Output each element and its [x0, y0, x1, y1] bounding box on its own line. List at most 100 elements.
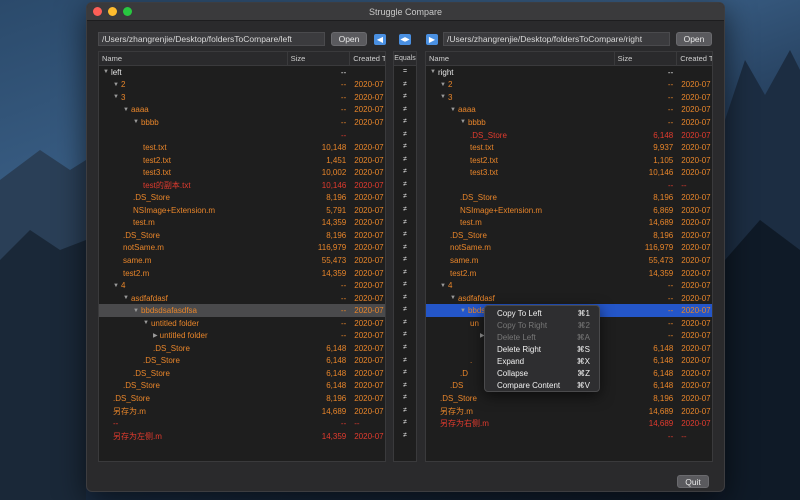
copy-to-right-arrow-icon[interactable]: ▶ — [426, 33, 438, 45]
left-created-header[interactable]: Created Time — [350, 52, 385, 65]
left-path-field[interactable]: /Users/zhangrenjie/Desktop/foldersToComp… — [98, 32, 325, 46]
left-tree-row[interactable]: test3.txt 10,002 2020-07 — [99, 166, 385, 179]
menu-item-expand[interactable]: Expand ⌘X — [485, 356, 599, 368]
right-tree-row[interactable]: ▼ aaaa -- 2020-07 — [426, 104, 712, 117]
right-tree-row[interactable]: test.txt 9,937 2020-07 — [426, 141, 712, 154]
left-tree-pane[interactable]: Name Size Created Time ▼left--▼2--2020-0… — [98, 51, 386, 462]
disclosure-expanded-icon[interactable]: ▼ — [123, 295, 129, 301]
disclosure-expanded-icon[interactable]: ▼ — [113, 82, 119, 88]
left-tree-row[interactable]: ▼ bbdsdsafasdfsa -- 2020-07 — [99, 304, 385, 317]
right-tree-row[interactable]: same.m 55,473 2020-07 — [426, 254, 712, 267]
left-tree-row[interactable]: ▶ untitled folder -- 2020-07 — [99, 329, 385, 342]
right-tree-row[interactable]: test.m 14,689 2020-07 — [426, 217, 712, 230]
left-tree-row[interactable]: .DS_Store 6,148 2020-07 — [99, 380, 385, 393]
left-name-header[interactable]: Name — [99, 52, 288, 65]
right-tree-row[interactable]: ▼ right -- — [426, 66, 712, 79]
right-row-date: 2020-07 — [681, 193, 711, 203]
disclosure-expanded-icon[interactable]: ▼ — [460, 119, 466, 125]
left-tree-row[interactable]: 另存为左侧.m 14,359 2020-07 — [99, 430, 385, 443]
disclosure-expanded-icon[interactable]: ▼ — [450, 107, 456, 113]
left-tree-row[interactable]: ▼ 2 -- 2020-07 — [99, 79, 385, 92]
left-tree-row[interactable]: ▼ untitled folder -- 2020-07 — [99, 317, 385, 330]
quit-button[interactable]: Quit — [677, 475, 709, 488]
right-tree-row[interactable]: ▼ bbbb -- 2020-07 — [426, 116, 712, 129]
right-size-header[interactable]: Size — [615, 52, 678, 65]
right-tree-row[interactable]: .DS_Store 8,196 2020-07 — [426, 392, 712, 405]
disclosure-expanded-icon[interactable]: ▼ — [440, 82, 446, 88]
left-tree-row[interactable]: ▼ left -- — [99, 66, 385, 79]
disclosure-collapsed-icon[interactable]: ▶ — [153, 332, 158, 339]
left-tree-row[interactable]: test.m 14,359 2020-07 — [99, 217, 385, 230]
right-tree-row[interactable]: ▼ 4 -- 2020-07 — [426, 279, 712, 292]
right-tree-row[interactable]: notSame.m 116,979 2020-07 — [426, 242, 712, 255]
right-tree-row[interactable]: ▼ 3 -- 2020-07 — [426, 91, 712, 104]
disclosure-expanded-icon[interactable]: ▼ — [133, 308, 139, 314]
left-tree-row[interactable]: ▼ 3 -- 2020-07 — [99, 91, 385, 104]
right-tree-row[interactable]: ▼ 2 -- 2020-07 — [426, 79, 712, 92]
menu-item-delete-right[interactable]: Delete Right ⌘S — [485, 344, 599, 356]
menu-item-copy-to-left[interactable]: Copy To Left ⌘1 — [485, 308, 599, 320]
left-tree-row[interactable]: .DS_Store 8,196 2020-07 — [99, 392, 385, 405]
right-tree-pane[interactable]: Name Size Created T ▼ right -- ▼ 2 -- 2020-07 ▼… — [425, 51, 713, 462]
left-tree-row[interactable]: .DS_Store 8,196 2020-07 — [99, 191, 385, 204]
right-tree-row[interactable]: -- -- — [426, 179, 712, 192]
left-tree-row[interactable]: .DS_Store 6,148 2020-07 — [99, 367, 385, 380]
left-tree-row[interactable]: test2.m 14,359 2020-07 — [99, 267, 385, 280]
right-tree-row[interactable]: test2.txt 1,105 2020-07 — [426, 154, 712, 167]
right-tree-row[interactable]: .DS_Store 6,148 2020-07 — [426, 129, 712, 142]
close-button[interactable] — [93, 7, 102, 16]
left-tree-row[interactable]: -- -- -- — [99, 417, 385, 430]
disclosure-expanded-icon[interactable]: ▼ — [143, 320, 149, 326]
disclosure-expanded-icon[interactable]: ▼ — [113, 283, 119, 289]
right-tree-row[interactable]: ▼ asdfafdasf -- 2020-07 — [426, 292, 712, 305]
disclosure-expanded-icon[interactable]: ▼ — [440, 94, 446, 100]
left-tree-row[interactable]: ▼ asdfafdasf -- 2020-07 — [99, 292, 385, 305]
disclosure-expanded-icon[interactable]: ▼ — [450, 295, 456, 301]
right-path-field[interactable]: /Users/zhangrenjie/Desktop/foldersToComp… — [443, 32, 670, 46]
left-open-button[interactable]: Open — [331, 32, 367, 46]
disclosure-expanded-icon[interactable]: ▼ — [430, 69, 436, 75]
left-tree-row[interactable]: .DS_Store 6,148 2020-07 — [99, 355, 385, 368]
right-tree-row[interactable]: -- -- — [426, 430, 712, 443]
left-tree-row[interactable]: .DS_Store 6,148 2020-07 — [99, 342, 385, 355]
left-tree-row[interactable]: 另存为.m 14,689 2020-07 — [99, 405, 385, 418]
left-tree-row[interactable]: test的副本.txt 10,146 2020-07 — [99, 179, 385, 192]
menu-item-compare-content[interactable]: Compare Content ⌘V — [485, 379, 599, 391]
left-tree-row[interactable]: ▼ bbbb -- 2020-07 — [99, 116, 385, 129]
left-tree-row[interactable]: ▼ aaaa -- 2020-07 — [99, 104, 385, 117]
zoom-button[interactable] — [123, 7, 132, 16]
right-tree-row[interactable]: .DS_Store 8,196 2020-07 — [426, 191, 712, 204]
right-tree-row[interactable]: 另存为右侧.m 14,689 2020-07 — [426, 417, 712, 430]
left-tree-row[interactable]: NSImage+Extension.m 5,791 2020-07 — [99, 204, 385, 217]
left-row-size: 10,146 — [321, 180, 347, 190]
right-tree-row[interactable]: NSImage+Extension.m 6,869 2020-07 — [426, 204, 712, 217]
left-tree-row[interactable]: test.txt 10,148 2020-07 — [99, 141, 385, 154]
left-row-label: bbbb — [140, 117, 159, 127]
right-name-header[interactable]: Name — [426, 52, 615, 65]
left-tree-row[interactable]: test2.txt 1,451 2020-07 — [99, 154, 385, 167]
left-tree-row[interactable]: same.m 55,473 2020-07 — [99, 254, 385, 267]
left-tree-row[interactable]: -- — [99, 129, 385, 142]
right-created-header[interactable]: Created T — [677, 52, 712, 65]
minimize-button[interactable] — [108, 7, 117, 16]
disclosure-expanded-icon[interactable]: ▼ — [113, 94, 119, 100]
right-tree-row[interactable]: test2.m 14,359 2020-07 — [426, 267, 712, 280]
disclosure-expanded-icon[interactable]: ▼ — [133, 119, 139, 125]
right-tree-row[interactable]: .DS_Store 8,196 2020-07 — [426, 229, 712, 242]
disclosure-expanded-icon[interactable]: ▼ — [440, 283, 446, 289]
disclosure-expanded-icon[interactable]: ▼ — [460, 308, 466, 314]
not-equal-icon: ≠ — [403, 344, 407, 352]
left-size-header[interactable]: Size — [288, 52, 351, 65]
right-tree-row[interactable]: 另存为.m 14,689 2020-07 — [426, 405, 712, 418]
disclosure-expanded-icon[interactable]: ▼ — [123, 107, 129, 113]
right-open-button[interactable]: Open — [676, 32, 712, 46]
disclosure-expanded-icon[interactable]: ▼ — [103, 69, 109, 75]
left-tree-row[interactable]: ▼ 4 -- 2020-07 — [99, 279, 385, 292]
left-tree-row[interactable]: notSame.m 116,979 2020-07 — [99, 242, 385, 255]
left-row-date: 2020-07 — [354, 105, 384, 115]
left-tree-row[interactable]: .DS_Store 8,196 2020-07 — [99, 229, 385, 242]
menu-item-collapse[interactable]: Collapse ⌘Z — [485, 367, 599, 379]
sync-arrows-icon[interactable]: ◀▶ — [399, 33, 411, 45]
right-tree-row[interactable]: test3.txt 10,146 2020-07 — [426, 166, 712, 179]
copy-to-left-arrow-icon[interactable]: ◀ — [374, 33, 386, 45]
